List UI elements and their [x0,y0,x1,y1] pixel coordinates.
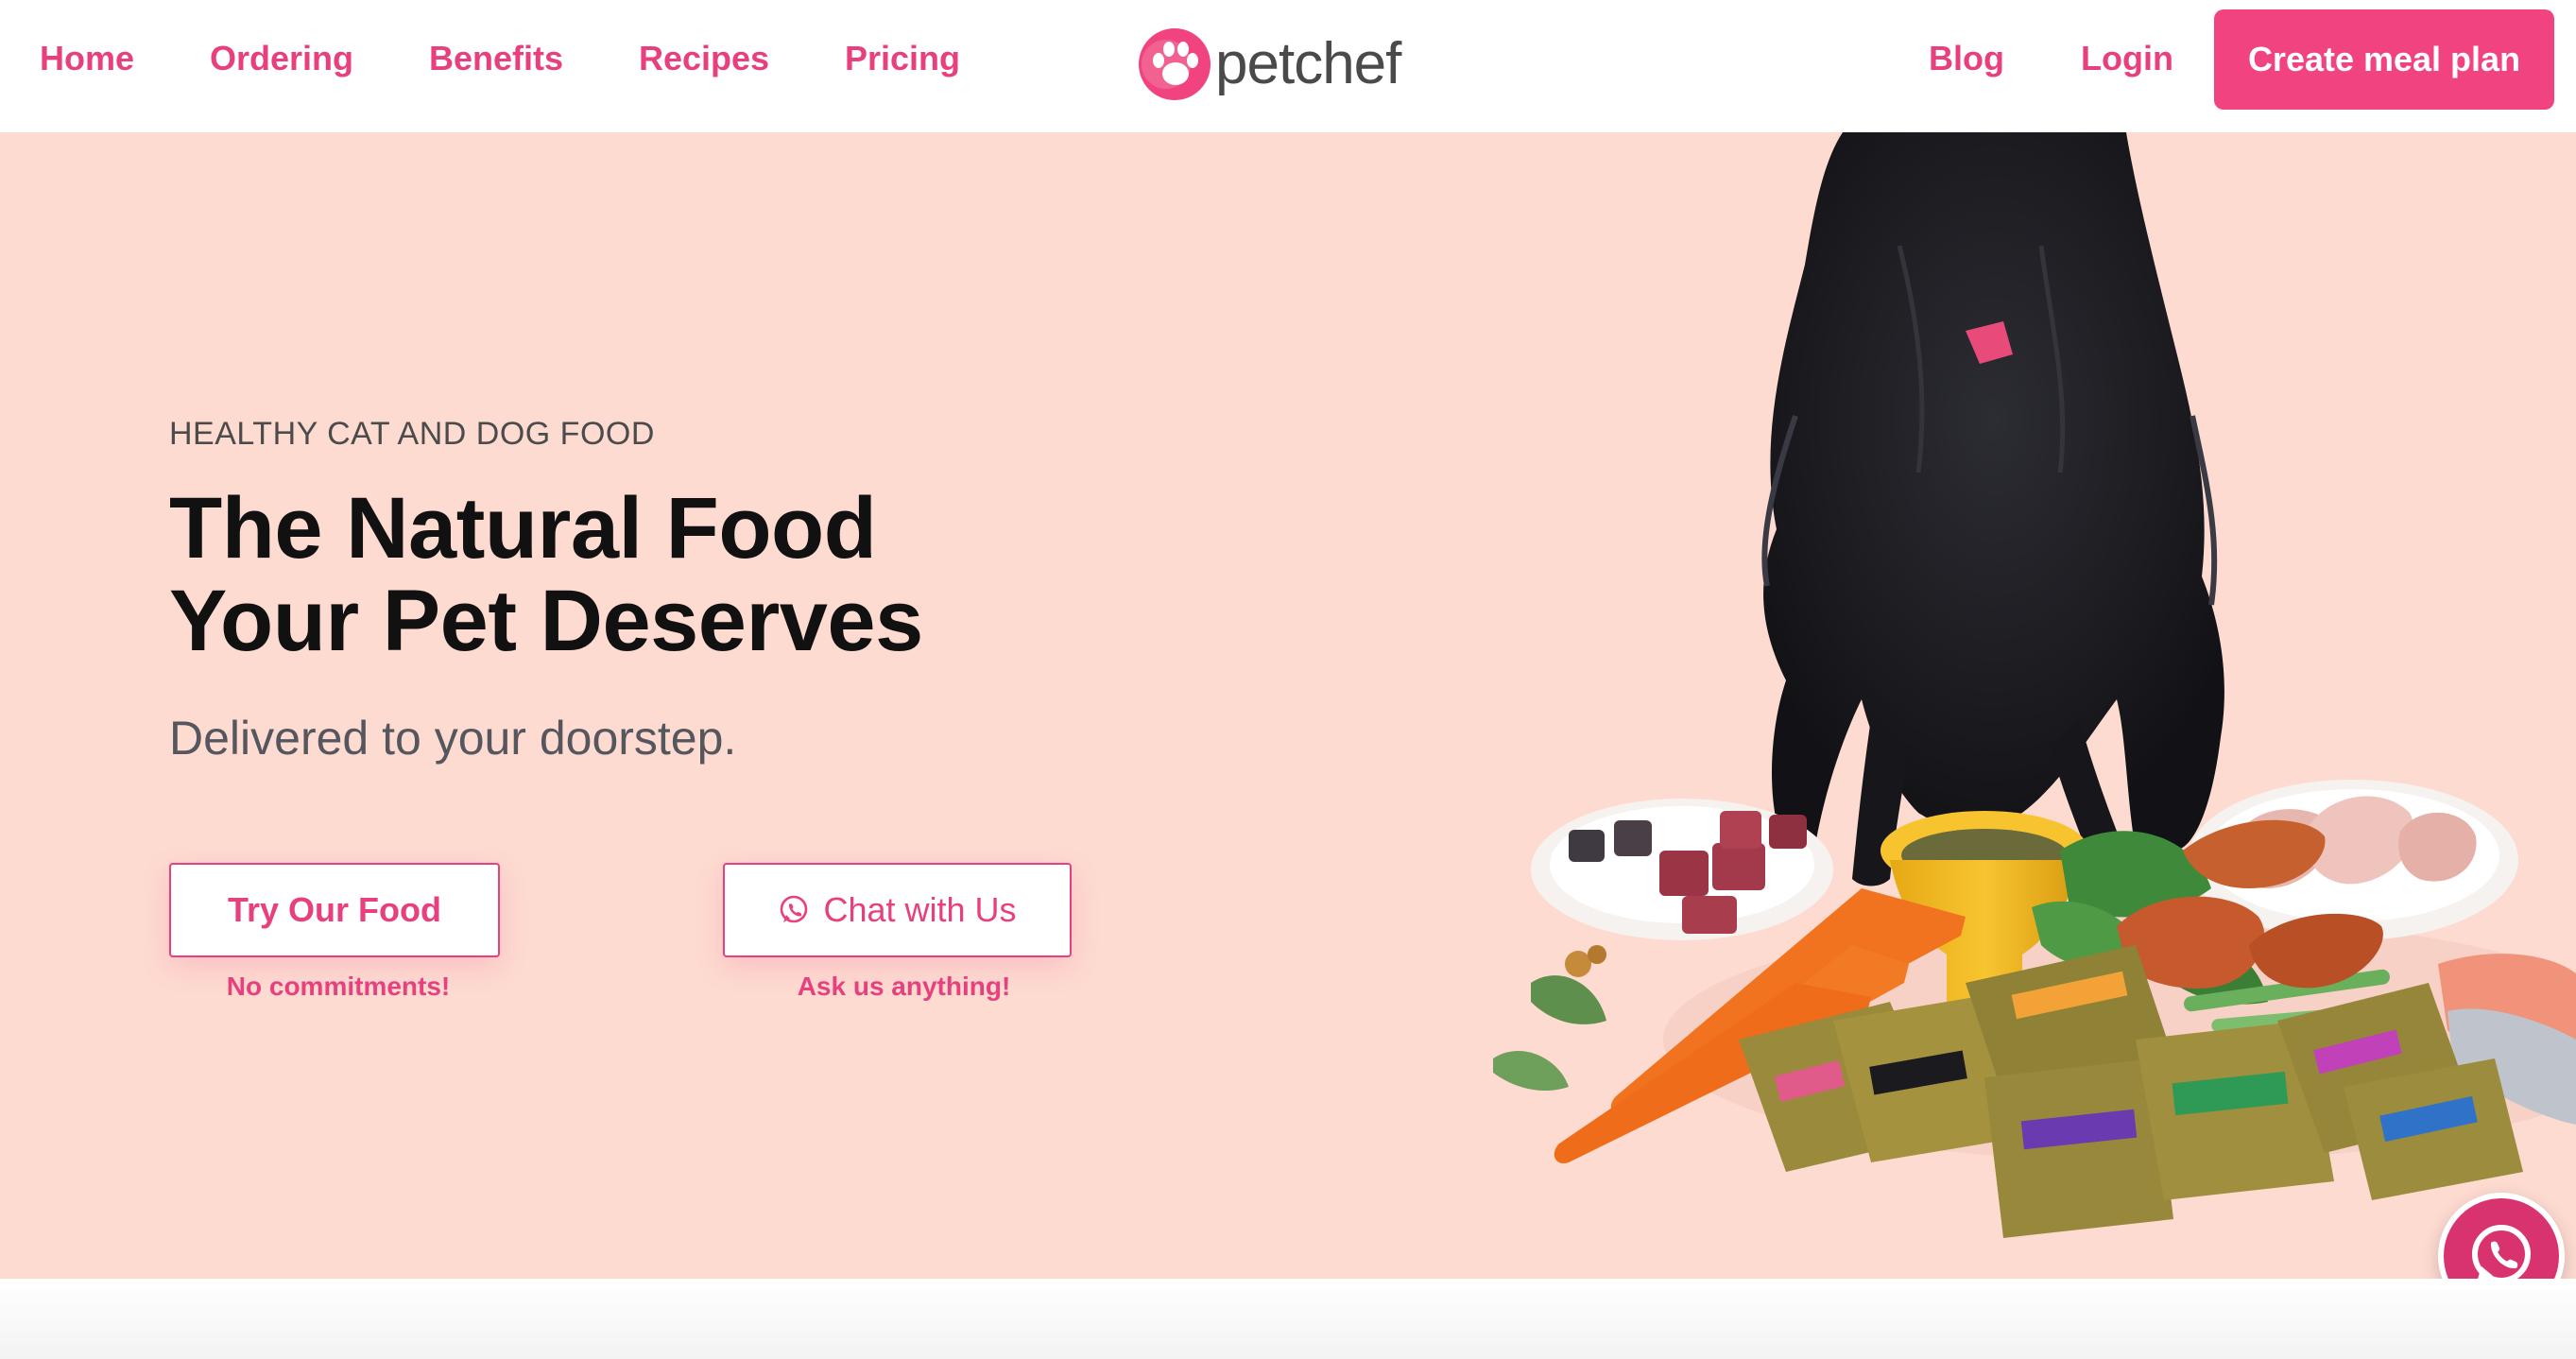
nav-link-home[interactable]: Home [40,36,134,81]
hero-eyebrow: HEALTHY CAT AND DOG FOOD [169,416,655,452]
chat-with-us-button[interactable]: Chat with Us [723,863,1072,957]
nav-link-blog[interactable]: Blog [1929,36,2004,81]
try-our-food-button[interactable]: Try Our Food [169,863,500,957]
headline-line-1: The Natural Food [169,480,877,576]
nav-link-ordering[interactable]: Ordering [210,36,353,81]
brand-logo[interactable]: petchef [1138,21,1421,106]
nav-link-recipes[interactable]: Recipes [639,36,769,81]
hero-headline: The Natural Food Your Pet Deserves [169,482,1209,667]
no-commitments-note: No commitments! [226,972,451,1001]
dog-eating-food-photo [1493,132,2576,1238]
create-meal-plan-button[interactable]: Create meal plan [2214,9,2554,110]
top-nav: Home Ordering Benefits Recipes Pricing p… [0,0,2576,132]
paw-logo-icon [1139,28,1211,100]
hero-subline: Delivered to your doorstep. [169,712,737,765]
nav-link-pricing[interactable]: Pricing [845,36,960,81]
whatsapp-icon [781,895,808,923]
page: Home Ordering Benefits Recipes Pricing p… [0,0,2576,1359]
next-section-edge [0,1279,2576,1359]
ask-us-anything-note: Ask us anything! [797,972,1011,1001]
headline-line-2: Your Pet Deserves [169,573,923,669]
nav-link-login[interactable]: Login [2081,36,2173,81]
chat-with-us-label: Chat with Us [823,890,1017,929]
brand-name: petchef [1215,31,1401,96]
hero-section: HEALTHY CAT AND DOG FOOD The Natural Foo… [0,132,2576,1279]
nav-link-benefits[interactable]: Benefits [429,36,563,81]
